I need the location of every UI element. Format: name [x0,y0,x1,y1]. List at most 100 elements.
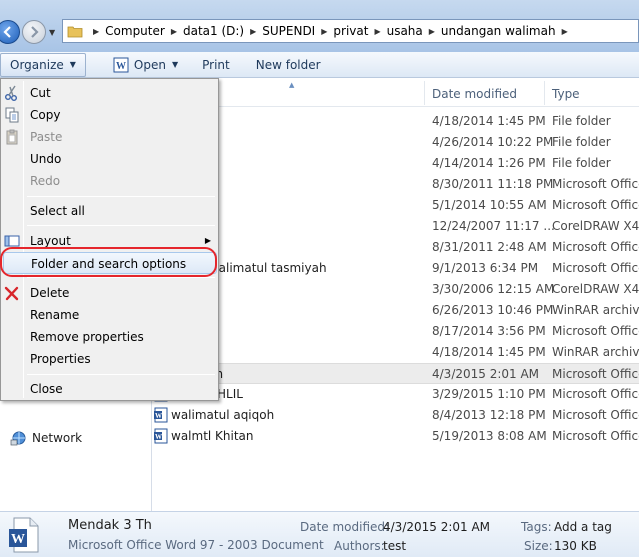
menu-item-remove-properties[interactable]: Remove properties [3,326,217,348]
address-bar: ▼ ▶ Computer ▶ data1 (D:) ▶ SUPENDI ▶ pr… [0,0,639,52]
chevron-right-icon[interactable]: ▶ [171,27,177,36]
menu-item-label: Delete [30,286,70,300]
chevron-right-icon[interactable]: ▶ [93,27,99,36]
breadcrumb-segment[interactable]: SUPENDI [262,24,315,38]
file-type: Microsoft Office [552,408,639,422]
file-date: 12/24/2007 11:17 ... [432,219,555,233]
column-header-type[interactable]: Type [552,87,580,101]
details-file-name: Mendak 3 Th [68,518,152,533]
menu-item-delete[interactable]: Delete [3,282,217,304]
menu-item-properties[interactable]: Properties [3,348,217,370]
print-button[interactable]: Print [193,53,239,77]
word-icon: W [113,57,129,72]
breadcrumb-segment[interactable]: usaha [387,24,423,38]
menu-item-label: Rename [30,308,80,322]
new-folder-button[interactable]: New folder [247,53,330,77]
file-date: 4/18/2014 1:45 PM [432,114,546,128]
menu-separator [27,374,215,375]
file-row[interactable]: Wnama walimatul tasmiyah9/1/2013 6:34 PM… [153,258,639,279]
file-date: 8/17/2014 3:56 PM [432,324,546,338]
column-separator[interactable] [424,81,425,105]
chevron-right-icon[interactable]: ▶ [562,27,568,36]
network-icon [10,431,26,446]
chevron-right-icon[interactable]: ▶ [250,27,256,36]
copy-icon [5,107,19,123]
nav-item-network[interactable]: Network [10,430,82,446]
menu-item-rename[interactable]: Rename [3,304,217,326]
chevron-right-icon[interactable]: ▶ [429,27,435,36]
column-headers: ▲ Date modified Type [153,79,639,107]
forward-button[interactable] [22,20,46,44]
organize-label: Organize [10,57,64,72]
file-date: 5/19/2013 8:08 AM [432,429,547,443]
file-row[interactable]: W8/31/2011 2:48 AMMicrosoft Office [153,237,639,258]
chevron-right-icon[interactable]: ▶ [374,27,380,36]
file-list: ▲ Date modified Type ID4/18/2014 1:45 PM… [153,79,639,511]
arrow-left-icon [3,26,11,38]
file-row[interactable]: WopE8/30/2011 11:18 PMMicrosoft Office [153,174,639,195]
file-type: CorelDRAW X4 G [552,282,639,296]
breadcrumb-segment[interactable]: privat [333,24,368,38]
file-row[interactable]: ID4/18/2014 1:45 PMWinRAR archive [153,342,639,363]
file-row[interactable]: Wen8/17/2014 3:56 PMMicrosoft Office [153,321,639,342]
svg-text:W: W [155,412,162,420]
menu-separator [27,196,215,197]
file-date: 4/3/2015 2:01 AM [432,367,540,381]
file-date: 5/1/2014 10:55 AM [432,198,547,212]
red-highlight-annotation [0,247,217,277]
column-separator[interactable] [544,81,545,105]
breadcrumb-segment[interactable]: undangan walimah [441,24,556,38]
file-type: File folder [552,114,611,128]
paste-icon [6,129,18,145]
file-row[interactable]: new4/26/2014 10:22 PMFile folder [153,132,639,153]
menu-item-label: Copy [30,108,61,122]
open-button[interactable]: W Open ▼ [104,53,187,77]
breadcrumb[interactable]: ▶ Computer ▶ data1 (D:) ▶ SUPENDI ▶ priv… [62,19,639,43]
file-date: 3/29/2015 1:10 PM [432,387,546,401]
file-date: 9/1/2013 6:34 PM [432,261,539,275]
file-type: Microsoft Office [552,177,639,191]
file-row[interactable]: Wwalimatul aqiqoh 8/4/2013 12:18 PM Micros… [153,405,639,426]
recent-pages-dropdown[interactable]: ▼ [49,28,57,37]
file-row[interactable]: 12/24/2007 11:17 ...CorelDRAW X4 G [153,216,639,237]
menu-separator [27,277,215,278]
menu-item-close[interactable]: Close [3,378,217,400]
menu-item-copy[interactable]: Copy [3,104,217,126]
details-tags-label: Tags: [521,520,552,534]
file-name: walmtl Khitan [171,429,254,443]
organize-button[interactable]: Organize ▼ [0,52,86,77]
file-row[interactable]: AN 13/30/2006 12:15 AMCorelDRAW X4 G [153,279,639,300]
breadcrumb-segment[interactable]: data1 (D:) [183,24,244,38]
menu-item-label: Cut [30,86,51,100]
details-authors-value[interactable]: test [383,539,406,553]
file-row[interactable]: Wdak 3 Th4/3/2015 2:01 AMMicrosoft Offic… [153,363,639,384]
command-bar: Organize ▼ W Open ▼ Print New folder [0,52,639,78]
chevron-right-icon[interactable]: ▶ [321,27,327,36]
file-type: Microsoft Office [552,387,639,401]
file-date: 8/31/2011 2:48 AM [432,240,547,254]
arrow-right-icon [31,26,39,38]
details-tags-value[interactable]: Add a tag [554,520,612,534]
file-date: 4/14/2014 1:26 PM [432,156,546,170]
menu-item-cut[interactable]: Cut [3,82,217,104]
file-row[interactable]: AN 16/26/2013 10:46 PMWinRAR archive [153,300,639,321]
menu-item-select-all[interactable]: Select all [3,200,217,222]
file-row[interactable]: ID4/18/2014 1:45 PMFile folder [153,111,639,132]
file-type: File folder [552,135,611,149]
file-name: walimatul aqiqoh [171,408,275,422]
breadcrumb-segment[interactable]: Computer [105,24,165,38]
file-row[interactable]: WMAH TAHLIL3/29/2015 1:10 PMMicrosoft Of… [153,384,639,405]
file-date: 4/18/2014 1:45 PM [432,345,546,359]
file-type: Microsoft Office [552,198,639,212]
menu-item-undo[interactable]: Undo [3,148,217,170]
file-row[interactable]: Wwalmtl Khitan 5/19/2013 8:08 AM Microsoft… [153,426,639,447]
word-document-icon: W [9,517,39,553]
chevron-down-icon: ▼ [171,60,179,69]
details-size-value: 130 KB [554,539,597,553]
file-type: WinRAR archive [552,303,639,317]
column-header-date[interactable]: Date modified [432,87,517,101]
file-row[interactable]: T4/14/2014 1:26 PMFile folder [153,153,639,174]
file-row[interactable]: WAH5/1/2014 10:55 AMMicrosoft Office [153,195,639,216]
back-button[interactable] [0,20,20,44]
file-type: File folder [552,156,611,170]
